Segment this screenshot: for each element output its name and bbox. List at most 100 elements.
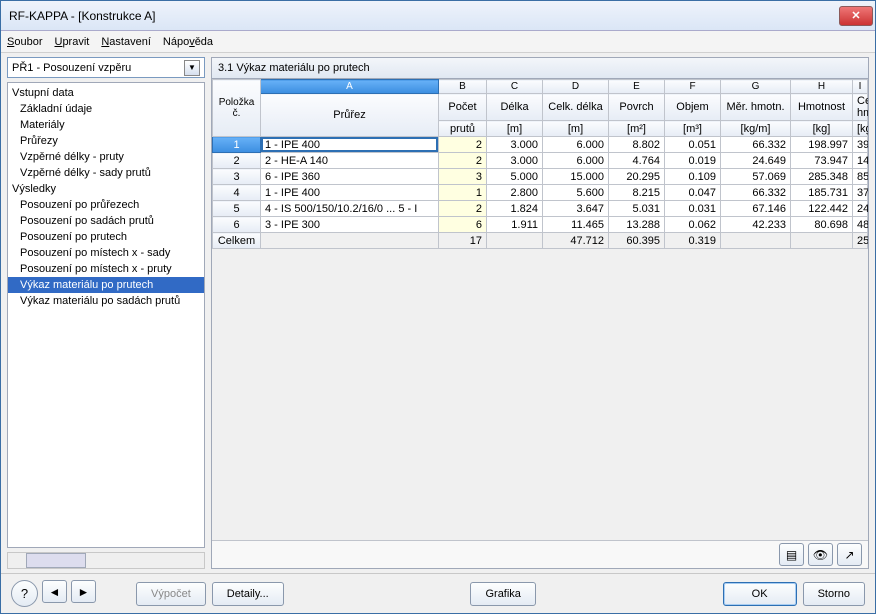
col-letter[interactable]: D xyxy=(543,80,609,94)
ok-button[interactable]: OK xyxy=(723,582,797,606)
cell-hmot[interactable]: 73.947 xyxy=(791,153,853,169)
col-letter[interactable]: I xyxy=(853,80,868,94)
cell-celkhm[interactable]: 397.995 xyxy=(853,137,868,153)
nav-tree[interactable]: Vstupní data Základní údaje Materiály Pr… xyxy=(7,82,205,548)
col-unit[interactable]: prutů xyxy=(439,121,487,137)
tree-item[interactable]: Výkaz materiálu po sadách prutů xyxy=(8,293,204,309)
cell-celkdelka[interactable]: 6.000 xyxy=(543,137,609,153)
calculate-button[interactable]: Výpočet xyxy=(136,582,206,606)
cell-objem[interactable]: 0.047 xyxy=(665,185,721,201)
cell-objem[interactable]: 0.051 xyxy=(665,137,721,153)
cell-hmot[interactable]: 185.731 xyxy=(791,185,853,201)
data-grid[interactable]: Položkač. A B C D E F G H I Průřez xyxy=(212,79,868,249)
cell-delka[interactable]: 3.000 xyxy=(487,153,543,169)
menu-soubor[interactable]: Soubor xyxy=(7,36,42,48)
cell-celkdelka[interactable]: 15.000 xyxy=(543,169,609,185)
cell-pocet[interactable]: 3 xyxy=(439,169,487,185)
cell-povrch[interactable]: 8.802 xyxy=(609,137,665,153)
row-number[interactable]: 5 xyxy=(213,201,261,217)
col-unit[interactable]: [m³] xyxy=(665,121,721,137)
prev-button[interactable]: ◄ xyxy=(42,580,67,603)
col-head[interactable]: Povrch xyxy=(609,94,665,121)
cell-delka[interactable]: 3.000 xyxy=(487,137,543,153)
cell-objem[interactable]: 0.062 xyxy=(665,217,721,233)
row-number[interactable]: 2 xyxy=(213,153,261,169)
tree-item-selected[interactable]: Výkaz materiálu po prutech xyxy=(8,277,204,293)
cell-hmot[interactable]: 122.442 xyxy=(791,201,853,217)
tree-item[interactable]: Posouzení po místech x - sady xyxy=(8,245,204,261)
cell-pocet[interactable]: 2 xyxy=(439,201,487,217)
cell-hmot[interactable]: 285.348 xyxy=(791,169,853,185)
cell-celkhm[interactable]: 371.462 xyxy=(853,185,868,201)
eye-icon[interactable]: 👁 xyxy=(808,543,833,566)
row-number[interactable]: 6 xyxy=(213,217,261,233)
cell-celkhm[interactable]: 244.885 xyxy=(853,201,868,217)
tree-item[interactable]: Posouzení po místech x - pruty xyxy=(8,261,204,277)
col-letter[interactable]: G xyxy=(721,80,791,94)
col-unit[interactable]: [kg/m] xyxy=(721,121,791,137)
col-head[interactable]: Počet xyxy=(439,94,487,121)
graphics-button[interactable]: Grafika xyxy=(470,582,535,606)
cell-povrch[interactable]: 13.288 xyxy=(609,217,665,233)
cell-merhm[interactable]: 42.233 xyxy=(721,217,791,233)
tree-item[interactable]: Posouzení po průřezech xyxy=(8,197,204,213)
list-icon[interactable]: ▤ xyxy=(779,543,804,566)
col-head[interactable]: Průřez xyxy=(261,94,439,137)
col-letter[interactable]: E xyxy=(609,80,665,94)
col-letter[interactable]: F xyxy=(665,80,721,94)
cell-merhm[interactable]: 24.649 xyxy=(721,153,791,169)
cell-prurez[interactable]: 2 - HE-A 140 xyxy=(261,153,439,169)
cell-delka[interactable]: 5.000 xyxy=(487,169,543,185)
cell-objem[interactable]: 0.019 xyxy=(665,153,721,169)
cell-celkhm[interactable]: 856.042 xyxy=(853,169,868,185)
table-row[interactable]: 36 - IPE 36035.00015.00020.2950.10957.06… xyxy=(213,169,868,185)
table-row[interactable]: 41 - IPE 40012.8005.6008.2150.04766.3321… xyxy=(213,185,868,201)
tree-item[interactable]: Základní údaje xyxy=(8,101,204,117)
cell-prurez[interactable]: 1 - IPE 400 xyxy=(261,185,439,201)
menu-upravit[interactable]: Upravit xyxy=(54,36,89,48)
col-letter[interactable]: H xyxy=(791,80,853,94)
col-head[interactable]: Celk. hmotn. xyxy=(853,94,868,121)
cell-prurez[interactable]: 4 - IS 500/150/10.2/16/0 ... 5 - I xyxy=(261,201,439,217)
tree-group-input[interactable]: Vstupní data xyxy=(8,85,204,101)
cell-delka[interactable]: 2.800 xyxy=(487,185,543,201)
cell-delka[interactable]: 1.911 xyxy=(487,217,543,233)
tree-item[interactable]: Posouzení po prutech xyxy=(8,229,204,245)
cell-povrch[interactable]: 20.295 xyxy=(609,169,665,185)
col-letter[interactable]: A xyxy=(261,80,439,94)
col-letter[interactable]: B xyxy=(439,80,487,94)
help-button[interactable]: ? xyxy=(11,580,38,607)
cell-pocet[interactable]: 1 xyxy=(439,185,487,201)
menu-nastaveni[interactable]: Nastavení xyxy=(101,36,151,48)
col-unit[interactable]: [kg] xyxy=(791,121,853,137)
cell-celkdelka[interactable]: 6.000 xyxy=(543,153,609,169)
cell-povrch[interactable]: 4.764 xyxy=(609,153,665,169)
cell-hmot[interactable]: 80.698 xyxy=(791,217,853,233)
cell-celkdelka[interactable]: 11.465 xyxy=(543,217,609,233)
chevron-down-icon[interactable]: ▼ xyxy=(184,60,200,76)
table-row[interactable]: 22 - HE-A 14023.0006.0004.7640.01924.649… xyxy=(213,153,868,169)
cell-pocet[interactable]: 6 xyxy=(439,217,487,233)
col-letter[interactable]: C xyxy=(487,80,543,94)
col-head[interactable]: Celk. délka xyxy=(543,94,609,121)
tree-item[interactable]: Posouzení po sadách prutů xyxy=(8,213,204,229)
cell-merhm[interactable]: 67.146 xyxy=(721,201,791,217)
tree-hscrollbar[interactable] xyxy=(7,552,205,569)
cell-celkhm[interactable]: 147.894 xyxy=(853,153,868,169)
pick-icon[interactable]: ↗ xyxy=(837,543,862,566)
cell-celkdelka[interactable]: 3.647 xyxy=(543,201,609,217)
scrollbar-thumb[interactable] xyxy=(26,553,86,568)
cell-pocet[interactable]: 2 xyxy=(439,137,487,153)
table-row[interactable]: 11 - IPE 40023.0006.0008.8020.05166.3321… xyxy=(213,137,868,153)
cell-povrch[interactable]: 5.031 xyxy=(609,201,665,217)
cell-celkhm[interactable]: 484.187 xyxy=(853,217,868,233)
cell-hmot[interactable]: 198.997 xyxy=(791,137,853,153)
tree-item[interactable]: Vzpěrné délky - pruty xyxy=(8,149,204,165)
col-head[interactable]: Délka xyxy=(487,94,543,121)
col-unit[interactable]: [m] xyxy=(543,121,609,137)
cell-merhm[interactable]: 66.332 xyxy=(721,137,791,153)
cell-merhm[interactable]: 57.069 xyxy=(721,169,791,185)
tree-item[interactable]: Materiály xyxy=(8,117,204,133)
next-button[interactable]: ► xyxy=(71,580,96,603)
col-unit[interactable]: [m²] xyxy=(609,121,665,137)
